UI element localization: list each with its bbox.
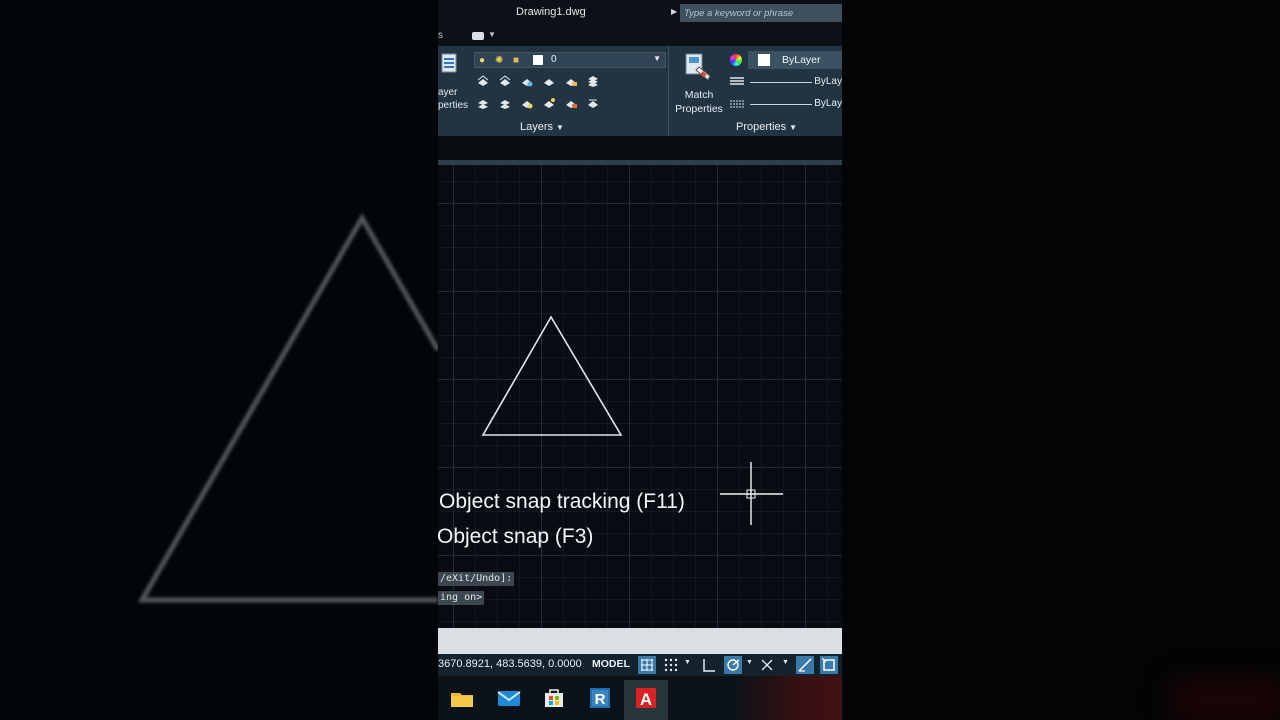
- snap-mode-icon[interactable]: [662, 656, 680, 674]
- layer-unlock-icon[interactable]: [564, 96, 578, 110]
- revit-icon[interactable]: R: [586, 684, 614, 712]
- properties-panel-title[interactable]: Properties ▼: [736, 121, 797, 133]
- chevron-down-icon[interactable]: ▼: [556, 123, 564, 132]
- layer-match-icon[interactable]: [476, 96, 490, 110]
- linetype-value: ByLay: [814, 76, 842, 87]
- layer-color-swatch[interactable]: [533, 55, 543, 65]
- linetype-dropdown[interactable]: ByLay: [748, 75, 842, 89]
- lightbulb-icon[interactable]: ●: [479, 55, 485, 66]
- layer-isolate-icon[interactable]: [476, 74, 490, 88]
- autocad-letter: A: [640, 690, 652, 709]
- crosshair-cursor: [720, 462, 783, 525]
- chevron-down-icon[interactable]: ▼: [789, 123, 797, 132]
- coordinate-readout[interactable]: 3670.8921, 483.5639, 0.0000: [438, 658, 582, 670]
- object-snap-icon[interactable]: [820, 656, 838, 674]
- ortho-mode-icon[interactable]: [700, 656, 718, 674]
- layer-on-all-icon[interactable]: [542, 96, 556, 110]
- autocad-icon[interactable]: A: [632, 684, 660, 712]
- status-bar: 3670.8921, 483.5639, 0.0000 MODEL ▼ ▼ ▼: [438, 654, 842, 676]
- lineweight-dropdown[interactable]: ByLay: [748, 97, 842, 111]
- layer-properties-icon[interactable]: [440, 52, 458, 74]
- grid-toggle-icon[interactable]: [638, 656, 656, 674]
- match-properties-label-2: Properties: [675, 103, 723, 115]
- match-properties-label: Match Properties: [674, 88, 724, 116]
- linetype-sample: [750, 82, 812, 83]
- taskbar-glow: [732, 676, 842, 720]
- object-snap-tracking-icon[interactable]: [796, 656, 814, 674]
- background-triangle-echo: [137, 212, 438, 603]
- chevron-down-icon[interactable]: ▼: [488, 30, 496, 39]
- match-properties-label-1: Match: [684, 89, 714, 101]
- background-right-blur: [842, 0, 1280, 720]
- autocad-window: Drawing1.dwg ▶ s ▼ ayer perties ● ✺ ■ 0 …: [438, 0, 842, 720]
- color-swatch: [758, 54, 770, 66]
- taskbar: R A: [438, 676, 842, 720]
- search-expand-icon[interactable]: ▶: [671, 7, 677, 16]
- triangle-shape[interactable]: [481, 315, 623, 436]
- layer-lock-icon[interactable]: [564, 74, 578, 88]
- layer-dropdown[interactable]: ● ✺ ■ 0 ▼: [474, 52, 666, 68]
- chevron-down-icon[interactable]: ▼: [653, 54, 661, 63]
- layer-merge-icon[interactable]: [586, 74, 600, 88]
- chevron-down-icon[interactable]: ▼: [746, 659, 753, 666]
- object-snap-tooltip: Object snap (F3): [438, 525, 594, 548]
- layer-freeze-icon[interactable]: [520, 74, 534, 88]
- match-properties-icon: [685, 53, 711, 81]
- lock-icon[interactable]: ■: [513, 55, 519, 66]
- layer-off-icon[interactable]: [542, 74, 556, 88]
- command-history-line: /eXit/Undo]:: [438, 572, 515, 586]
- layer-previous-icon[interactable]: [498, 96, 512, 110]
- command-history-line: ing on>: [438, 591, 485, 605]
- background-left-blur: [0, 0, 438, 720]
- layers-panel-title[interactable]: Layers ▼: [520, 121, 564, 133]
- layers-panel-title-label: Layers: [520, 121, 554, 133]
- revit-letter: R: [595, 691, 606, 708]
- ribbon-tab-row: s ▼: [438, 28, 842, 46]
- video-camera-icon[interactable]: [472, 32, 484, 40]
- layer-properties-button[interactable]: ayer perties: [438, 86, 468, 112]
- panel-divider: [668, 46, 669, 136]
- properties-panel-title-label: Properties: [736, 121, 787, 133]
- object-color-value: ByLayer: [782, 54, 821, 66]
- lineweight-value: ByLay: [814, 98, 842, 109]
- store-icon[interactable]: [540, 684, 568, 712]
- linetype-icon: [730, 77, 744, 85]
- chevron-down-icon[interactable]: ▼: [684, 659, 691, 666]
- file-explorer-icon[interactable]: [448, 684, 476, 712]
- polar-tracking-icon[interactable]: [724, 656, 742, 674]
- model-space-button[interactable]: MODEL: [592, 658, 630, 670]
- layer-unisolate-icon[interactable]: [498, 74, 512, 88]
- isometric-drafting-icon[interactable]: [758, 656, 776, 674]
- command-line-input[interactable]: [438, 628, 842, 654]
- match-properties-button[interactable]: Match Properties: [674, 50, 724, 116]
- snap-tracking-tooltip: Object snap tracking (F11): [439, 490, 685, 513]
- ribbon: ayer perties ● ✺ ■ 0 ▼ Layers ▼ Match Pr…: [438, 46, 842, 136]
- sun-icon[interactable]: ✺: [495, 55, 503, 66]
- current-layer-name: 0: [551, 54, 557, 65]
- chevron-down-icon[interactable]: ▼: [782, 659, 789, 666]
- drawing-canvas[interactable]: Object snap tracking (F11) Object snap (…: [438, 165, 842, 628]
- title-bar: Drawing1.dwg ▶: [438, 0, 842, 28]
- object-color-dropdown[interactable]: ByLayer: [748, 51, 842, 69]
- ribbon-tab-partial[interactable]: s: [438, 30, 443, 41]
- color-wheel-icon: [730, 54, 742, 66]
- layer-properties-label-2: perties: [438, 100, 469, 111]
- document-title: Drawing1.dwg: [516, 6, 586, 18]
- drawing-layer: [481, 315, 783, 525]
- mail-icon[interactable]: [495, 684, 523, 712]
- layer-walk-icon[interactable]: [586, 96, 600, 110]
- search-input[interactable]: [680, 4, 842, 22]
- lineweight-icon: [730, 100, 744, 108]
- layer-properties-label-1: ayer: [438, 87, 458, 98]
- lineweight-sample: [750, 104, 812, 105]
- layer-thaw-all-icon[interactable]: [520, 96, 534, 110]
